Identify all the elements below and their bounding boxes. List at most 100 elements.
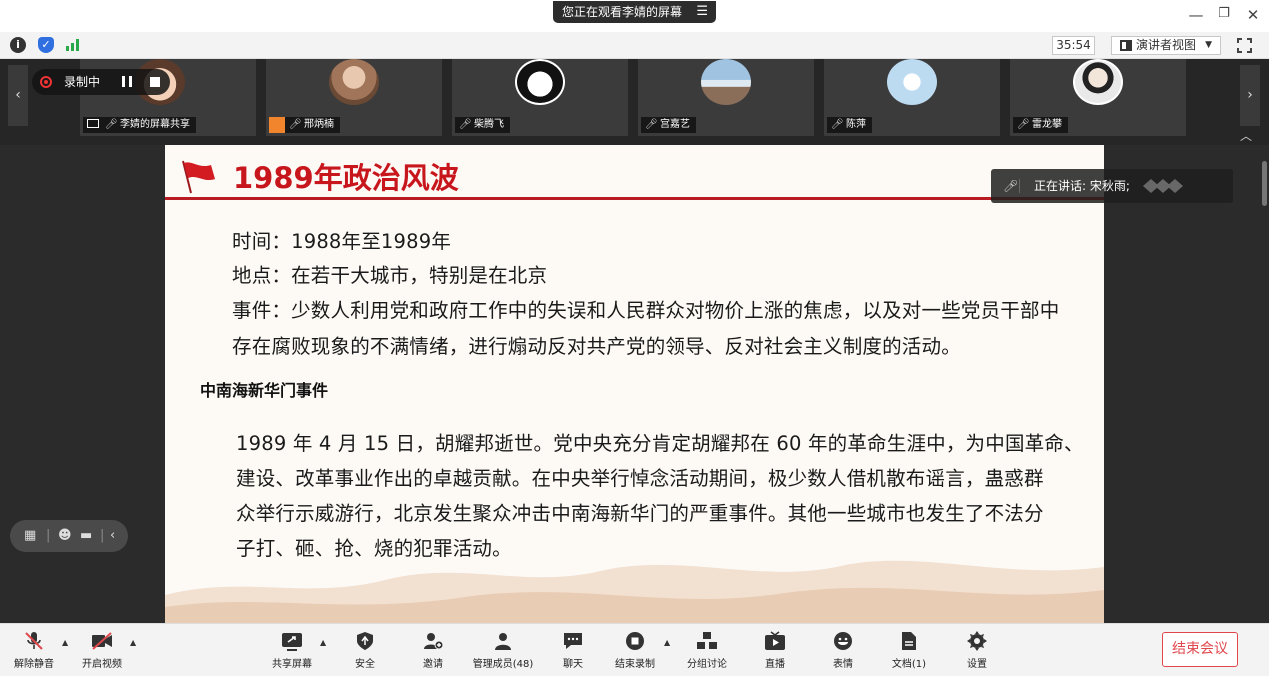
reactions-button[interactable]: 表情 — [818, 624, 868, 676]
apps-icon[interactable]: ▦ — [24, 520, 36, 552]
collapse-strip-icon[interactable]: ︿ — [1240, 127, 1252, 144]
meeting-timer: 35:54 — [1052, 36, 1095, 55]
participant-tile[interactable]: 🎤︎ 雷龙攀 — [1010, 59, 1186, 136]
meeting-info-row: i ✓ 35:54 演讲者视图 ▼ — [0, 32, 1269, 59]
record-dot-icon — [40, 76, 52, 88]
live-stream-icon — [765, 631, 785, 650]
document-icon — [902, 632, 916, 650]
active-speaker-label: 正在讲话: 宋秋雨; — [1034, 179, 1130, 193]
chat-label: 聊天 — [563, 659, 583, 670]
meeting-window: 您正在观看李婧的屏幕 ☰ — ❐ ✕ i ✓ 35:54 演讲者视图 ▼ ‹ 🎤… — [0, 0, 1269, 676]
avatar — [515, 59, 565, 105]
mic-off-icon — [25, 632, 43, 650]
breakout-label: 分组讨论 — [687, 659, 727, 670]
participant-tile[interactable]: 🎤︎ 宫嘉艺 — [638, 59, 814, 136]
slide-paragraph-line: 1989 年 4 月 15 日，胡耀邦逝世。党中央充分肯定胡耀邦在 60 年的革… — [236, 432, 1084, 455]
manage-members-button[interactable]: 管理成员(48) — [470, 624, 536, 676]
shield-icon[interactable]: ✓ — [38, 37, 54, 53]
stop-recording-icon — [626, 632, 644, 650]
share-screen-button[interactable]: 共享屏幕 — [266, 624, 318, 676]
close-button[interactable]: ✕ — [1243, 6, 1263, 24]
emoji-icon[interactable]: ☻ — [58, 520, 72, 552]
message-icon[interactable]: ▬ — [80, 520, 92, 552]
meeting-toolbar: 解除静音 ▲ 开启视频 ▲ 共享屏幕 ▲ 安全 邀请 管理成员(48) 聊天 结… — [0, 623, 1269, 676]
breakout-rooms-button[interactable]: 分组讨论 — [682, 624, 732, 676]
end-meeting-button[interactable]: 结束会议 — [1162, 632, 1238, 667]
participant-name-bar: 🎤︎ 陈萍 — [827, 117, 872, 133]
video-options-caret[interactable]: ▲ — [130, 638, 136, 647]
fullscreen-icon[interactable] — [1237, 38, 1252, 53]
participant-name: 陈萍 — [846, 119, 866, 130]
end-recording-button[interactable]: 结束录制 — [610, 624, 660, 676]
participant-name-bar: 🎤︎ 柴腾飞 — [455, 117, 510, 133]
settings-button[interactable]: 设置 — [952, 624, 1002, 676]
participant-tile[interactable]: 🎤︎ 陈萍 — [824, 59, 1000, 136]
participant-name-bar: 🎤︎ 雷龙攀 — [1013, 117, 1068, 133]
info-icon[interactable]: i — [10, 37, 26, 53]
share-options-caret[interactable]: ▲ — [320, 638, 326, 647]
pause-recording-button[interactable] — [116, 73, 138, 91]
unmute-label: 解除静音 — [14, 659, 54, 670]
participant-name: 雷龙攀 — [1032, 119, 1062, 130]
slide-line-event: 事件：少数人利用党和政府工作中的失误和人民群众对物价上涨的焦虑，以及对一些党员干… — [232, 299, 1060, 322]
participant-name: 邢炳楠 — [304, 119, 334, 130]
stage-scrollbar[interactable] — [1262, 161, 1267, 206]
audio-wave-icon — [1143, 179, 1183, 193]
network-signal-icon[interactable] — [66, 39, 82, 51]
recording-options-caret[interactable]: ▲ — [664, 638, 670, 647]
active-speaker-indicator: 🎤︎ 正在讲话: 宋秋雨; — [991, 169, 1233, 203]
participant-strip: ‹ 🎤︎ 李婧的屏幕共享 🎤︎ 邢炳楠 🎤︎ 柴腾飞 🎤︎ 宫嘉艺 🎤︎ 陈萍 … — [0, 59, 1269, 145]
shared-screen-area: 1989年政治风波 时间：1988年至1989年 地点：在若干大城市，特别是在北… — [0, 145, 1269, 623]
invite-label: 邀请 — [423, 659, 443, 670]
speaker-view-icon — [1120, 40, 1132, 51]
live-stream-button[interactable]: 直播 — [750, 624, 800, 676]
security-button[interactable]: 安全 — [340, 624, 390, 676]
banner-menu-icon[interactable]: ☰ — [696, 1, 708, 23]
strip-prev-button[interactable]: ‹ — [8, 65, 28, 126]
minimize-button[interactable]: — — [1186, 6, 1206, 24]
avatar — [887, 59, 937, 105]
members-icon — [495, 633, 511, 650]
view-mode-dropdown[interactable]: 演讲者视图 ▼ — [1111, 36, 1221, 55]
slide-line-place: 地点：在若干大城市，特别是在北京 — [232, 264, 548, 287]
invite-button[interactable]: 邀请 — [408, 624, 458, 676]
chat-button[interactable]: 聊天 — [548, 624, 598, 676]
participant-tile[interactable]: 🎤︎ 邢炳楠 — [266, 59, 442, 136]
audio-options-caret[interactable]: ▲ — [62, 638, 68, 647]
share-screen-label: 共享屏幕 — [272, 659, 312, 670]
unmute-button[interactable]: 解除静音 — [8, 624, 60, 676]
title-divider — [165, 197, 1104, 200]
add-user-icon — [424, 633, 444, 650]
participant-name: 李婧的屏幕共享 — [120, 119, 190, 130]
screen-share-banner[interactable]: 您正在观看李婧的屏幕 ☰ — [553, 1, 716, 23]
slide-subheading: 中南海新华门事件 — [200, 381, 329, 400]
flag-icon — [182, 160, 215, 194]
end-recording-label: 结束录制 — [615, 659, 655, 670]
restore-button[interactable]: ❐ — [1214, 6, 1234, 21]
shield-icon — [357, 632, 373, 650]
share-screen-icon — [282, 633, 302, 651]
video-off-icon — [92, 632, 112, 650]
start-video-button[interactable]: 开启视频 — [76, 624, 128, 676]
participant-name: 柴腾飞 — [474, 119, 504, 130]
slide-paragraph-line: 众举行示威游行，北京发生聚众冲击中南海新华门的严重事件。其他一些城市也发生了不法… — [236, 502, 1044, 525]
collapse-left-icon[interactable]: ‹ — [110, 520, 115, 552]
view-mode-label: 演讲者视图 — [1136, 38, 1197, 52]
avatar — [1073, 59, 1123, 105]
stop-recording-button[interactable] — [150, 77, 160, 87]
strip-next-button[interactable]: › — [1240, 65, 1260, 126]
settings-label: 设置 — [967, 659, 987, 670]
mic-muted-icon: 🎤︎ — [289, 119, 302, 130]
documents-button[interactable]: 文档(1) — [884, 624, 934, 676]
slide-title: 1989年政治风波 — [233, 161, 459, 195]
documents-label: 文档(1) — [891, 659, 927, 670]
participant-name-bar: 🎤︎ 宫嘉艺 — [641, 117, 696, 133]
participant-tile[interactable]: 🎤︎ 柴腾飞 — [452, 59, 628, 136]
manage-members-label: 管理成员(48) — [472, 659, 534, 670]
floating-toolbar: ▦ | ☻ ▬ | ‹ — [10, 520, 128, 552]
reactions-label: 表情 — [833, 659, 853, 670]
slide-paragraph-line: 建设、改革事业作出的卓越贡献。在中央举行悼念活动期间，极少数人借机散布谣言，蛊惑… — [236, 467, 1044, 490]
mic-muted-icon: 🎤︎ — [459, 119, 472, 130]
mic-muted-icon: 🎤︎ — [105, 119, 118, 130]
chat-icon — [564, 633, 582, 649]
